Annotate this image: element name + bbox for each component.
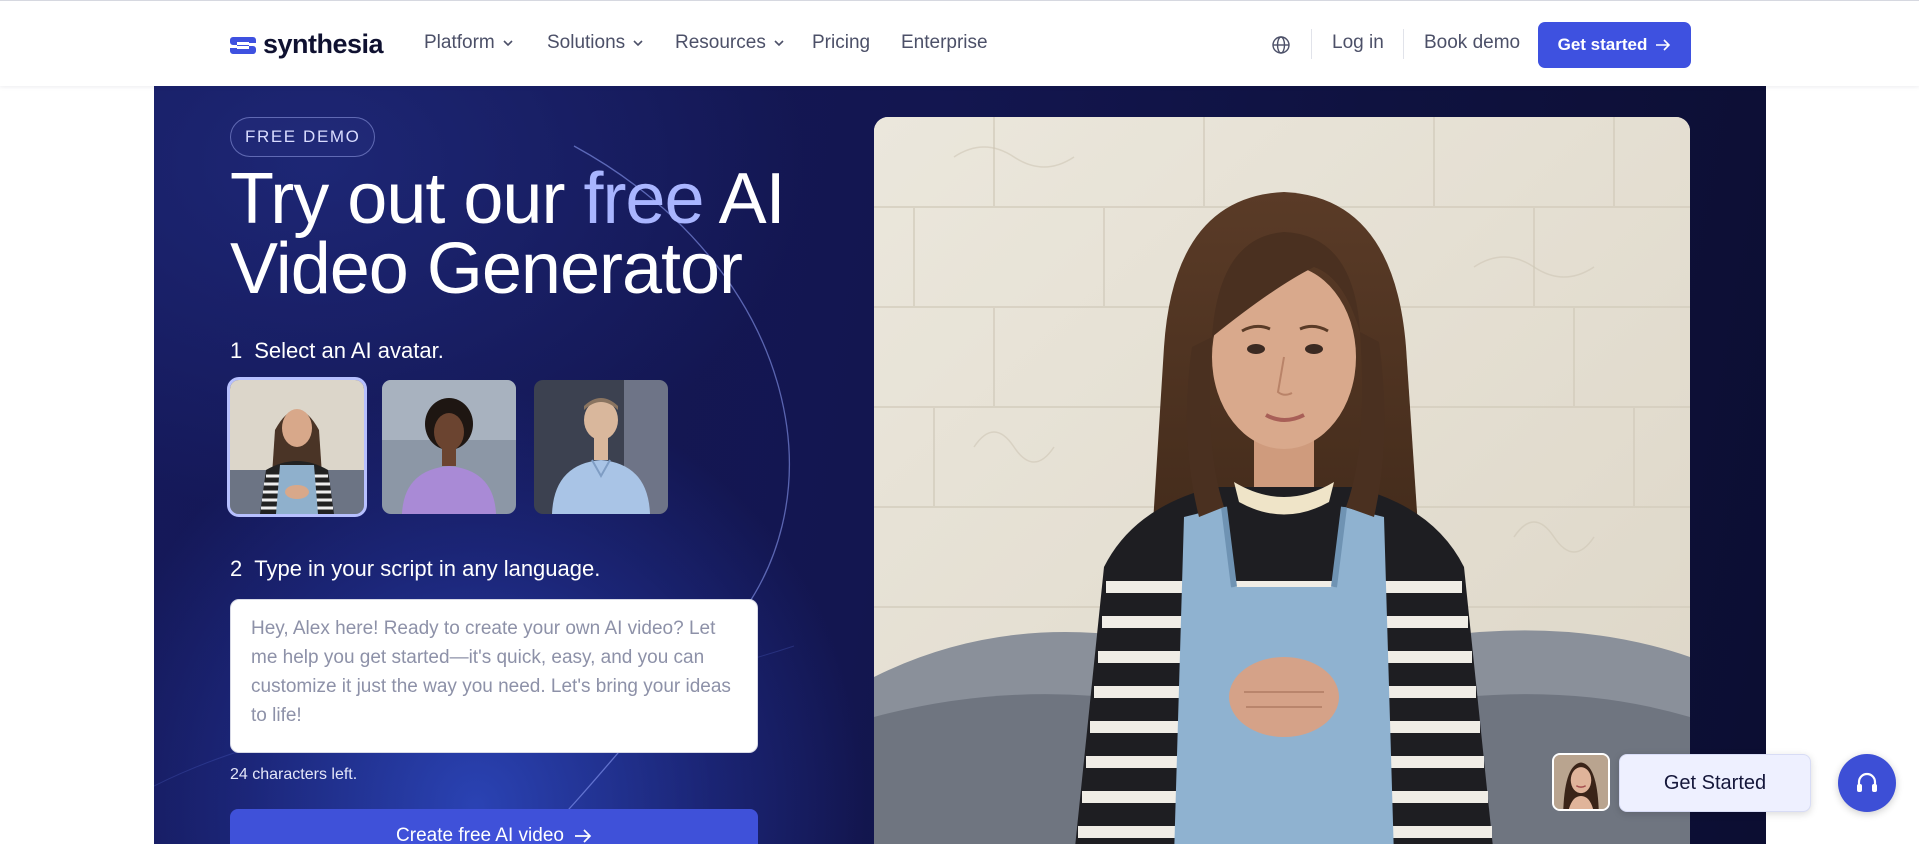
create-free-ai-video-button[interactable]: Create free AI video — [230, 809, 758, 844]
chevron-down-icon — [774, 40, 784, 47]
globe-icon[interactable] — [1271, 35, 1291, 55]
nav-item-label: Resources — [675, 32, 766, 53]
avatar-man-blue-shirt-image — [534, 380, 668, 514]
nav-divider — [1403, 29, 1404, 59]
arrow-right-icon — [574, 829, 592, 843]
support-chat-button[interactable] — [1838, 754, 1896, 812]
headline-text: Try out our — [230, 159, 584, 239]
login-link[interactable]: Log in — [1332, 32, 1384, 54]
hero-headline: Try out our free AI Video Generator — [230, 163, 830, 305]
nav-item-label: Enterprise — [901, 32, 988, 53]
script-placeholder: Hey, Alex here! Ready to create your own… — [251, 618, 731, 726]
step-text: Select an AI avatar. — [254, 338, 444, 363]
presenter-video-frame-image — [874, 117, 1690, 844]
get-started-chat-button[interactable]: Get Started — [1619, 754, 1811, 812]
avatar-option-2[interactable] — [382, 380, 516, 514]
nav-item-solutions[interactable]: Solutions — [547, 32, 645, 54]
character-counter: 24 characters left. — [230, 766, 358, 783]
chevron-down-icon — [633, 40, 643, 47]
book-demo-link[interactable]: Book demo — [1424, 32, 1520, 54]
top-navigation: synthesia Platform Solutions Resources P… — [0, 0, 1919, 86]
chat-agent-avatar[interactable] — [1552, 753, 1610, 811]
create-button-label: Create free AI video — [396, 825, 564, 844]
script-textarea[interactable]: Hey, Alex here! Ready to create your own… — [230, 599, 758, 753]
synthesia-logo[interactable]: synthesia — [229, 27, 384, 61]
nav-divider — [1311, 29, 1312, 59]
nav-item-platform[interactable]: Platform — [424, 32, 515, 54]
headline-line-2: Video Generator — [230, 229, 743, 309]
nav-item-pricing[interactable]: Pricing — [812, 32, 870, 54]
step-1-label: 1 Select an AI avatar. — [230, 338, 444, 364]
get-started-button[interactable]: Get started — [1538, 22, 1691, 68]
logo-wordmark: synthesia — [263, 28, 384, 59]
hero-section: FREE DEMO Try out our free AI Video Gene… — [154, 86, 1766, 844]
nav-item-resources[interactable]: Resources — [675, 32, 786, 54]
step-number: 2 — [230, 556, 243, 581]
avatar-picker — [227, 377, 668, 517]
chevron-down-icon — [503, 40, 513, 47]
step-text: Type in your script in any language. — [254, 556, 601, 581]
free-demo-badge: FREE DEMO — [230, 117, 376, 157]
headset-icon — [1857, 772, 1877, 792]
nav-item-label: Solutions — [547, 32, 626, 53]
login-label: Log in — [1332, 32, 1384, 53]
get-started-label: Get started — [1557, 35, 1648, 54]
headline-text: AI — [703, 159, 786, 239]
nav-item-label: Pricing — [812, 32, 871, 53]
nav-item-enterprise[interactable]: Enterprise — [901, 32, 988, 54]
agent-avatar-image — [1554, 755, 1608, 809]
video-preview[interactable] — [874, 117, 1690, 844]
book-demo-label: Book demo — [1424, 32, 1521, 53]
nav-item-label: Platform — [424, 32, 495, 53]
step-number: 1 — [230, 338, 243, 363]
headline-accent: free — [583, 159, 704, 239]
synthesia-logo-mark-icon — [230, 37, 256, 54]
avatar-woman-overalls-image — [230, 380, 364, 514]
arrow-right-icon — [1656, 39, 1671, 51]
avatar-option-1[interactable] — [227, 377, 367, 517]
avatar-option-3[interactable] — [534, 380, 668, 514]
step-2-label: 2 Type in your script in any language. — [230, 556, 600, 582]
avatar-woman-purple-sweater-image — [382, 380, 516, 514]
